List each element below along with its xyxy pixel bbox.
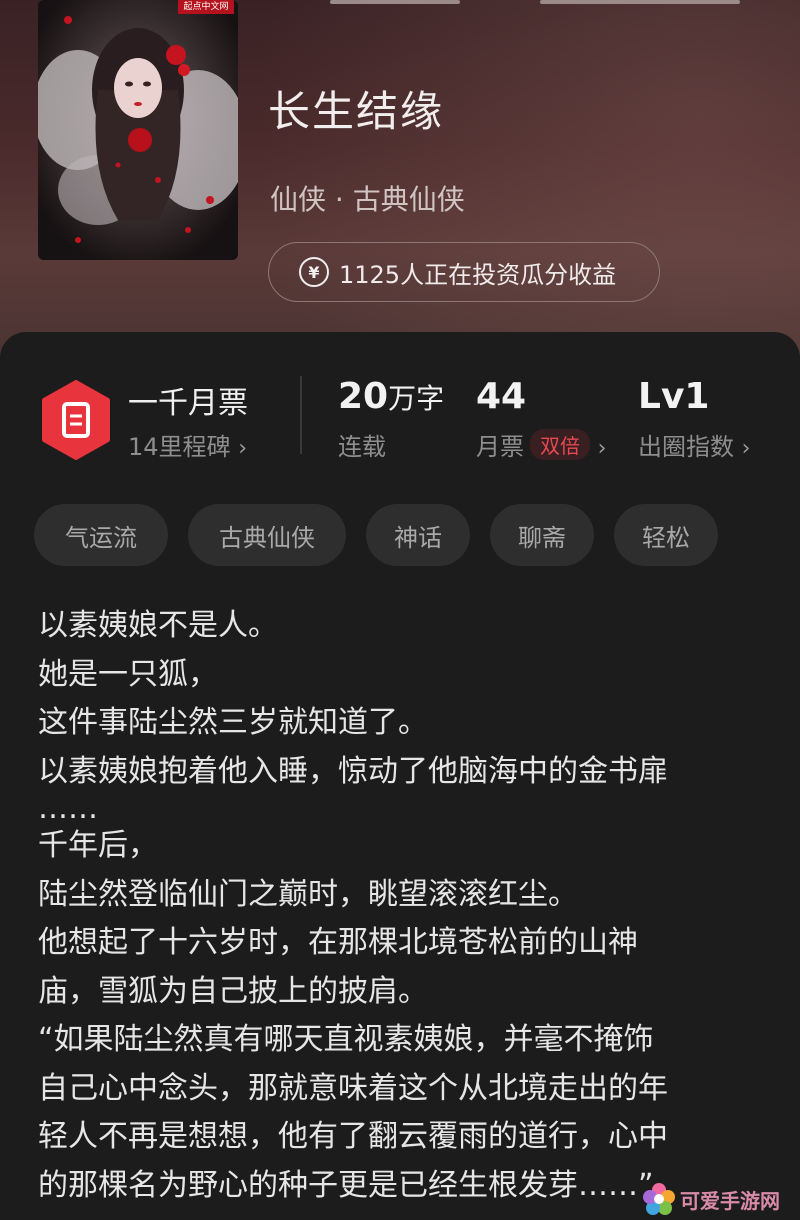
double-badge: 双倍 [530, 429, 590, 460]
monthly-votes-count: 44 [476, 376, 527, 417]
description-line: …… [38, 791, 98, 826]
serial-status: 连载 [338, 433, 386, 461]
divider [300, 376, 302, 454]
word-count-unit: 万字 [388, 382, 445, 415]
detail-panel: 一千月票 14里程碑 › 20万字 连载 44 月票 双倍 › Lv1 出圈指数 … [0, 332, 800, 1220]
yen-icon: ¥ [299, 257, 329, 287]
milestone-sub: 14里程碑 [128, 433, 231, 461]
watermark-text: 可爱手游网 [680, 1188, 780, 1213]
chevron-right-icon: › [741, 436, 751, 461]
milestone-link[interactable]: 14里程碑 › [128, 427, 247, 462]
ticket-badge-icon [42, 380, 110, 460]
book-title: 长生结缘 [268, 87, 445, 136]
invest-text: 1125人正在投资瓜分收益 [339, 260, 617, 289]
stats-row: 一千月票 14里程碑 › 20万字 连载 44 月票 双倍 › Lv1 出圈指数 … [0, 332, 800, 482]
monthly-votes-label: 月票 [476, 433, 524, 461]
description-line: “如果陆尘然真有哪天直视素姨娘，并毫不掩饰 [38, 1022, 654, 1057]
top-strip [330, 0, 460, 4]
chevron-right-icon: › [238, 436, 247, 461]
tag-list: 气运流 古典仙侠 神话 聊斋 轻松 [34, 504, 738, 566]
description-line: 以素姨娘抱着他入睡，惊动了他脑海中的金书扉 [38, 753, 668, 789]
description-line: 以素姨娘不是人。 [38, 608, 278, 643]
invest-button[interactable]: ¥ 1125人正在投资瓜分收益 [268, 242, 660, 302]
cover-illustration [38, 0, 238, 260]
description-line: 千年后， [38, 828, 158, 863]
top-strip [540, 0, 740, 4]
watermark: 可爱手游网 [642, 1178, 800, 1220]
tag-chip[interactable]: 神话 [366, 504, 470, 566]
popularity-index-label: 出圈指数 [638, 433, 734, 461]
book-genre[interactable]: 仙侠 · 古典仙侠 [270, 178, 465, 218]
word-count-number: 20 [338, 376, 389, 417]
word-count: 20万字 [338, 376, 444, 417]
description-line: 轻人不再是想想，他有了翻云覆雨的道行，心中 [38, 1119, 668, 1154]
chevron-right-icon: › [597, 436, 607, 461]
popularity-index-link[interactable]: 出圈指数 › [638, 427, 750, 462]
book-cover[interactable]: 起点中文网 [38, 0, 238, 260]
description-line: 庙，雪狐为自己披上的披肩。 [38, 973, 428, 1009]
flower-icon [643, 1183, 675, 1215]
tag-chip[interactable]: 气运流 [34, 504, 168, 566]
description-line: 她是一只狐， [38, 656, 218, 692]
book-description[interactable]: 以素姨娘不是人。 她是一只狐， 这件事陆尘然三岁就知道了。 以素姨娘抱着他入睡，… [38, 602, 768, 1210]
popularity-level: Lv1 [638, 376, 710, 417]
description-line: 陆尘然登临仙门之巅时，眺望滚滚红尘。 [38, 876, 578, 912]
monthly-votes-link[interactable]: 月票 双倍 › [476, 427, 606, 462]
description-line: 自己心中念头，那就意味着这个从北境走出的年 [38, 1070, 668, 1106]
tag-chip[interactable]: 轻松 [614, 504, 718, 566]
publisher-logo: 起点中文网 [178, 0, 234, 14]
description-line: 他想起了十六岁时，在那棵北境苍松前的山神 [38, 925, 638, 960]
description-line: 这件事陆尘然三岁就知道了。 [38, 705, 428, 740]
milestone-title[interactable]: 一千月票 [128, 378, 248, 422]
tag-chip[interactable]: 古典仙侠 [188, 504, 346, 566]
tag-chip[interactable]: 聊斋 [490, 504, 594, 566]
